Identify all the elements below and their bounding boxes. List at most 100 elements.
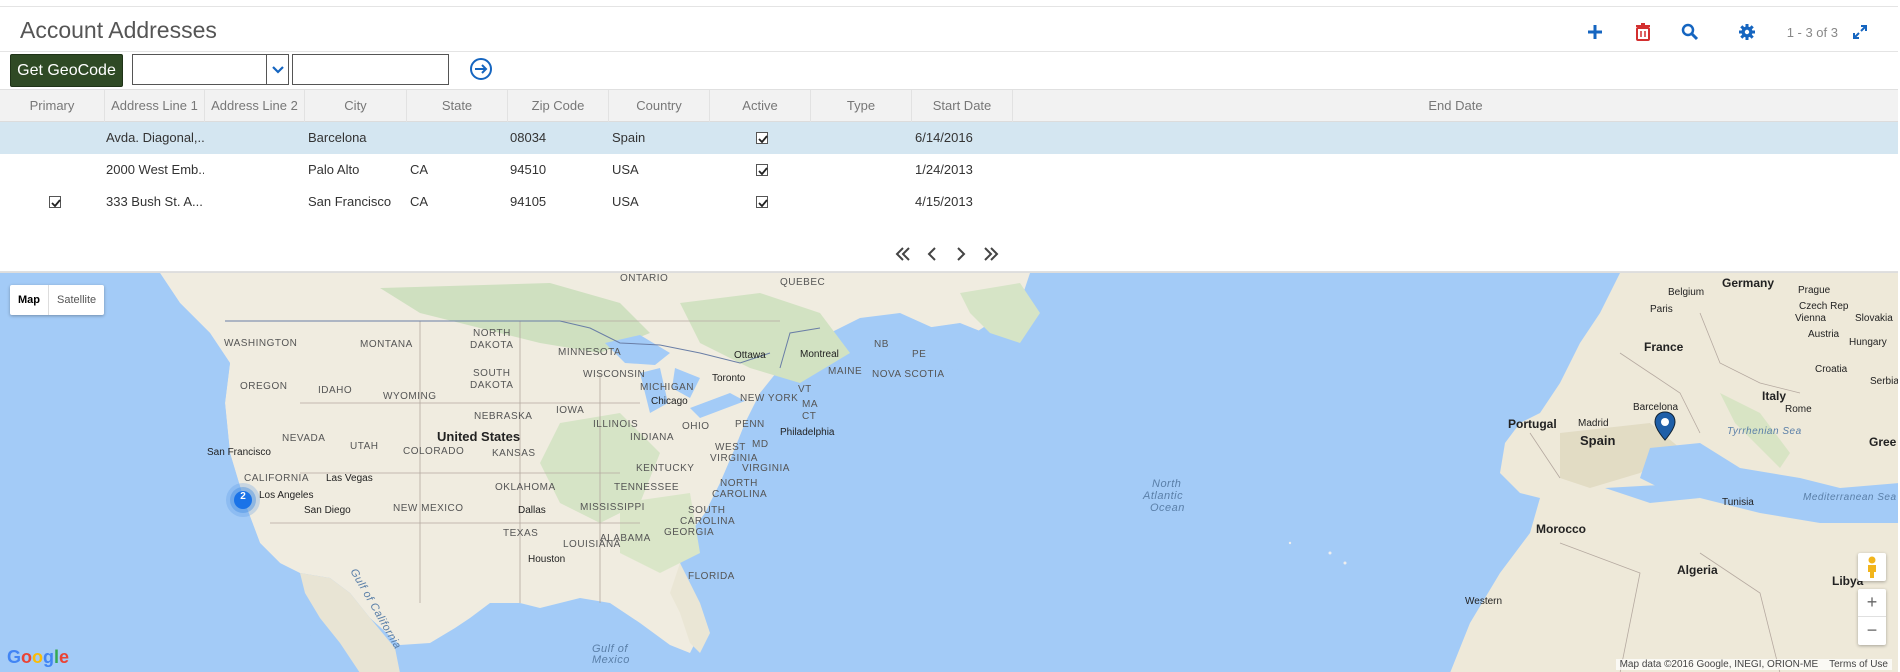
map-label-country: Algeria bbox=[1677, 563, 1718, 577]
panel-header: Account Addresses 1 - 3 of 3 bbox=[0, 6, 1898, 52]
primary-checkbox[interactable] bbox=[49, 196, 61, 208]
cell-city: Palo Alto bbox=[308, 162, 360, 177]
map-pin-marker[interactable] bbox=[1654, 411, 1676, 446]
zoom-out-button[interactable]: − bbox=[1858, 617, 1886, 645]
last-page-button[interactable] bbox=[981, 244, 1001, 264]
address-map[interactable]: ONTARIO QUEBEC WASHINGTON MONTANA NORTH … bbox=[0, 272, 1898, 672]
map-label-city: Czech Rep bbox=[1799, 301, 1849, 312]
active-checkbox[interactable] bbox=[756, 132, 768, 144]
map-label: OREGON bbox=[240, 381, 288, 392]
col-end-date[interactable]: End Date bbox=[1013, 90, 1898, 122]
map-label: KANSAS bbox=[492, 448, 536, 459]
col-type[interactable]: Type bbox=[811, 90, 912, 122]
map-label: MISSISSIPPI bbox=[580, 502, 645, 513]
cell-city: Barcelona bbox=[308, 130, 367, 145]
map-label: ONTARIO bbox=[620, 273, 669, 284]
delete-button[interactable] bbox=[1631, 20, 1655, 44]
map-label: MAINE bbox=[828, 366, 863, 377]
map-label-city: Los Angeles bbox=[259, 490, 314, 501]
street-view-button[interactable] bbox=[1858, 553, 1886, 581]
settings-button[interactable] bbox=[1735, 20, 1759, 44]
google-logo: Google bbox=[7, 647, 69, 668]
cell-city: San Francisco bbox=[308, 194, 392, 209]
col-city[interactable]: City bbox=[305, 90, 407, 122]
map-label-city: Chicago bbox=[651, 396, 688, 407]
plus-icon bbox=[1588, 25, 1602, 39]
map-label: INDIANA bbox=[630, 432, 675, 443]
go-button[interactable] bbox=[469, 57, 493, 81]
map-label-city: Rome bbox=[1785, 404, 1812, 415]
col-address-line-1[interactable]: Address Line 1 bbox=[105, 90, 205, 122]
get-geocode-button[interactable]: Get GeoCode bbox=[10, 54, 123, 87]
map-label-city: Belgium bbox=[1668, 287, 1705, 298]
gear-icon bbox=[1739, 24, 1755, 40]
map-label-city: Houston bbox=[528, 554, 566, 565]
grid-header: Primary Address Line 1 Address Line 2 Ci… bbox=[0, 89, 1898, 122]
search-button[interactable] bbox=[1678, 20, 1702, 44]
map-label: IOWA bbox=[556, 405, 585, 416]
map-label: LOUISIANA bbox=[563, 539, 621, 550]
col-active[interactable]: Active bbox=[710, 90, 811, 122]
active-checkbox[interactable] bbox=[756, 196, 768, 208]
col-address-line-2[interactable]: Address Line 2 bbox=[205, 90, 305, 122]
cell-country: USA bbox=[612, 162, 639, 177]
map-label: NEW YORK bbox=[740, 393, 799, 404]
first-page-button[interactable] bbox=[893, 244, 913, 264]
page-title: Account Addresses bbox=[20, 17, 217, 43]
prev-page-button[interactable] bbox=[922, 244, 942, 264]
map-label-city: San Diego bbox=[304, 505, 351, 516]
cell-zip-code: 94510 bbox=[510, 162, 547, 177]
map-cluster-marker[interactable]: 2 bbox=[226, 483, 260, 517]
map-type-map-button[interactable]: Map bbox=[10, 285, 49, 315]
cell-start-date: 6/14/2016 bbox=[915, 130, 973, 145]
map-label: WYOMING bbox=[383, 391, 437, 402]
cell-start-date: 4/15/2013 bbox=[915, 194, 973, 209]
map-label-city: Las Vegas bbox=[326, 473, 373, 484]
pegman-icon bbox=[1868, 556, 1876, 578]
terms-link[interactable]: Terms of Use bbox=[1829, 659, 1888, 670]
search-value-input[interactable] bbox=[292, 54, 449, 85]
chevron-right-icon bbox=[957, 247, 966, 261]
col-zip-code[interactable]: Zip Code bbox=[508, 90, 609, 122]
map-label: PENN bbox=[735, 419, 765, 430]
col-start-date[interactable]: Start Date bbox=[912, 90, 1013, 122]
zoom-control: + − bbox=[1858, 589, 1886, 645]
map-label-city: Dallas bbox=[518, 505, 546, 516]
active-checkbox[interactable] bbox=[756, 164, 768, 176]
table-row[interactable]: Avda. Diagonal,... Barcelona 08034 Spain… bbox=[0, 122, 1898, 154]
col-primary[interactable]: Primary bbox=[0, 90, 105, 122]
map-label: NORTH bbox=[720, 478, 758, 489]
map-label-city: Slovakia bbox=[1855, 313, 1893, 324]
next-page-button[interactable] bbox=[951, 244, 971, 264]
table-row[interactable]: 2000 West Emb... Palo Alto CA 94510 USA … bbox=[0, 154, 1898, 186]
expand-icon bbox=[1853, 25, 1867, 39]
map-label-country: Italy bbox=[1762, 389, 1787, 403]
col-state[interactable]: State bbox=[407, 90, 508, 122]
map-label: QUEBEC bbox=[780, 277, 826, 288]
map-label-water: Atlantic bbox=[1143, 490, 1184, 502]
cell-zip-code: 08034 bbox=[510, 130, 547, 145]
map-type-satellite-button[interactable]: Satellite bbox=[49, 285, 104, 315]
map-label: DAKOTA bbox=[470, 340, 514, 351]
map-label: NOVA SCOTIA bbox=[872, 369, 945, 380]
table-row[interactable]: 333 Bush St. A... San Francisco CA 94105… bbox=[0, 186, 1898, 218]
map-label-city: Croatia bbox=[1815, 364, 1848, 375]
zoom-in-button[interactable]: + bbox=[1858, 589, 1886, 617]
map-label-country: Portugal bbox=[1508, 417, 1557, 431]
add-button[interactable] bbox=[1583, 20, 1607, 44]
map-label: SOUTH bbox=[473, 368, 511, 379]
expand-button[interactable] bbox=[1848, 20, 1872, 44]
map-label: MD bbox=[752, 439, 769, 450]
paging-summary: 1 - 3 of 3 bbox=[1786, 25, 1838, 40]
map-label-country: Spain bbox=[1580, 433, 1616, 448]
map-label: PE bbox=[912, 349, 927, 360]
map-label-city: Philadelphia bbox=[780, 427, 835, 438]
cell-start-date: 1/24/2013 bbox=[915, 162, 973, 177]
field-select[interactable] bbox=[132, 54, 289, 85]
map-label: GEORGIA bbox=[664, 527, 715, 538]
map-label: VT bbox=[798, 384, 812, 395]
map-label-city: Serbia bbox=[1870, 376, 1898, 387]
select-dropdown-toggle[interactable] bbox=[266, 55, 288, 84]
cell-zip-code: 94105 bbox=[510, 194, 547, 209]
col-country[interactable]: Country bbox=[609, 90, 710, 122]
